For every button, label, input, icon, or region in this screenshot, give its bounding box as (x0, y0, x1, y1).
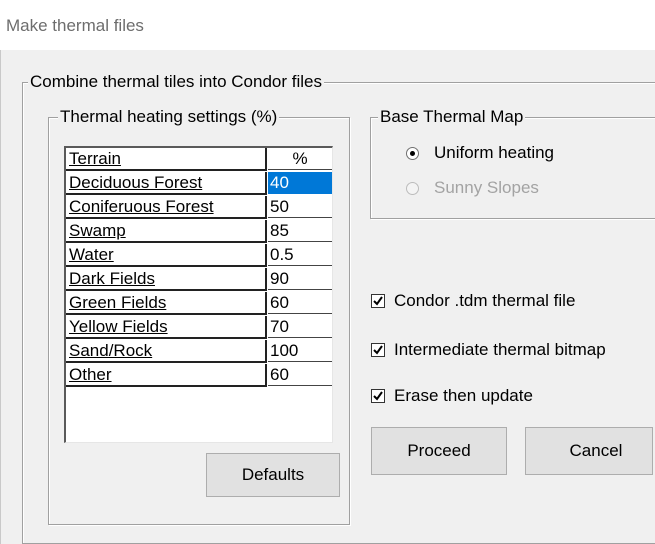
terrain-cell: Coniferuous Forest (66, 196, 267, 219)
percent-cell[interactable]: 40 (268, 172, 332, 194)
table-row[interactable]: Deciduous Forest 40 (66, 172, 332, 195)
table-row[interactable]: Green Fields 60 (66, 292, 332, 315)
percent-cell[interactable]: 60 (268, 364, 332, 386)
condor-tdm-checkbox[interactable] (371, 294, 385, 308)
proceed-button-label: Proceed (407, 441, 471, 460)
table-row[interactable]: Water 0.5 (66, 244, 332, 267)
terrain-cell: Deciduous Forest (66, 172, 267, 195)
cancel-button-label: Cancel (569, 441, 623, 460)
percent-cell[interactable]: 0.5 (268, 244, 332, 266)
defaults-button-label: Defaults (241, 465, 305, 484)
terrain-cell: Other (66, 364, 267, 387)
erase-then-update-checkbox[interactable] (371, 389, 385, 403)
sunny-slopes-radio[interactable] (406, 182, 419, 195)
sunny-slopes-label[interactable]: Sunny Slopes (434, 178, 539, 198)
terrain-cell: Swamp (66, 220, 267, 243)
table-row[interactable]: Coniferuous Forest 50 (66, 196, 332, 219)
terrain-cell: Sand/Rock (66, 340, 267, 363)
percent-cell[interactable]: 60 (268, 292, 332, 314)
percent-cell[interactable]: 85 (268, 220, 332, 242)
window-title: Make thermal files (6, 16, 144, 35)
intermediate-bitmap-label[interactable]: Intermediate thermal bitmap (394, 340, 606, 360)
terrain-column-header: Terrain (66, 148, 267, 171)
check-icon (373, 345, 383, 355)
terrain-cell: Water (66, 244, 267, 267)
proceed-button[interactable]: Proceed (371, 427, 507, 475)
defaults-button[interactable]: Defaults (206, 453, 340, 497)
uniform-heating-radio[interactable] (406, 147, 419, 160)
table-row[interactable]: Swamp 85 (66, 220, 332, 243)
percent-cell[interactable]: 50 (268, 196, 332, 218)
combine-group-legend: Combine thermal tiles into Condor files (28, 72, 324, 92)
window-frame-left (0, 50, 1, 544)
table-row[interactable]: Yellow Fields 70 (66, 316, 332, 339)
cancel-button[interactable]: Cancel (525, 427, 653, 475)
table-row[interactable]: Dark Fields 90 (66, 268, 332, 291)
erase-then-update-label[interactable]: Erase then update (394, 386, 533, 406)
terrain-cell: Yellow Fields (66, 316, 267, 339)
table-row[interactable]: Sand/Rock 100 (66, 340, 332, 363)
intermediate-bitmap-checkbox[interactable] (371, 343, 385, 357)
check-icon (373, 296, 383, 306)
base-thermal-map-legend: Base Thermal Map (378, 107, 526, 127)
base-thermal-map-group-box (370, 117, 655, 219)
terrain-cell: Green Fields (66, 292, 267, 315)
table-row[interactable]: Other 60 (66, 364, 332, 387)
percent-cell[interactable]: 70 (268, 316, 332, 338)
percent-column-header: % (268, 148, 332, 170)
check-icon (373, 391, 383, 401)
table-header-row: Terrain % (66, 148, 332, 171)
terrain-table: Terrain % Deciduous Forest 40 Coniferuou… (64, 146, 333, 443)
radio-selected-dot (410, 151, 415, 156)
uniform-heating-label[interactable]: Uniform heating (434, 143, 554, 163)
title-bar: Make thermal files (0, 0, 655, 50)
percent-cell[interactable]: 100 (268, 340, 332, 362)
heating-settings-legend: Thermal heating settings (%) (58, 107, 280, 127)
terrain-cell: Dark Fields (66, 268, 267, 291)
condor-tdm-label[interactable]: Condor .tdm thermal file (394, 291, 575, 311)
percent-cell[interactable]: 90 (268, 268, 332, 290)
